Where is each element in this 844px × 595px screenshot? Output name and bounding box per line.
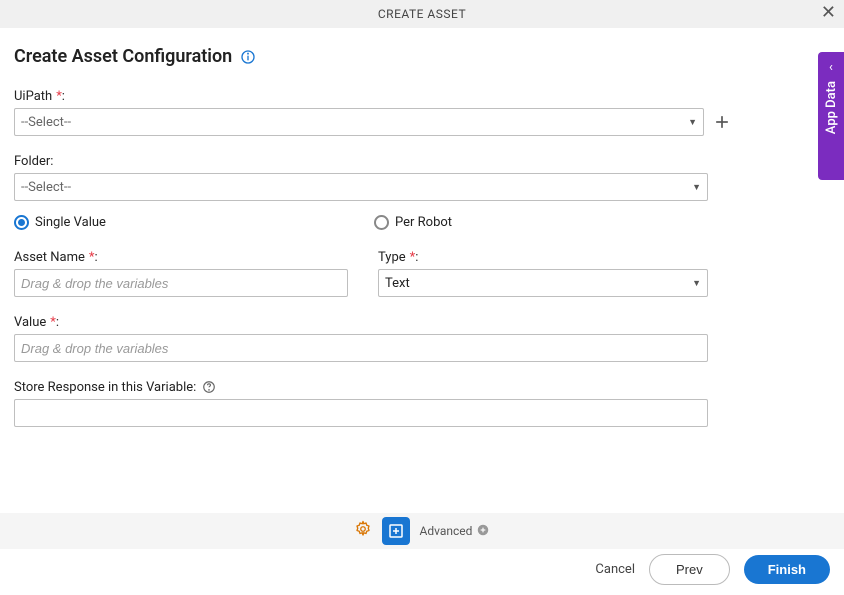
uipath-select-value: --Select--	[21, 115, 71, 130]
store-response-input[interactable]	[14, 399, 708, 427]
folder-select[interactable]: --Select-- ▼	[14, 173, 708, 201]
app-data-tab[interactable]: ‹ App Data	[818, 52, 844, 180]
help-icon[interactable]	[200, 376, 216, 395]
value-label: Value	[14, 315, 46, 330]
type-required: *:	[410, 250, 419, 265]
prev-button[interactable]: Prev	[649, 554, 730, 585]
advanced-toggle[interactable]: Advanced	[420, 523, 491, 540]
uipath-select[interactable]: --Select-- ▼	[14, 108, 704, 136]
page-title: Create Asset Configuration	[14, 46, 232, 67]
radio-single-value[interactable]: Single Value	[14, 215, 374, 230]
type-select[interactable]: Text ▼	[378, 269, 708, 297]
chevron-left-icon: ‹	[829, 60, 833, 75]
close-icon[interactable]: ✕	[821, 4, 836, 22]
gear-icon[interactable]	[354, 520, 372, 542]
cancel-button[interactable]: Cancel	[595, 562, 635, 577]
asset-name-input[interactable]	[14, 269, 348, 297]
finish-button[interactable]: Finish	[744, 555, 830, 584]
add-icon[interactable]	[710, 110, 734, 134]
folder-select-value: --Select--	[21, 180, 71, 195]
plus-circle-icon	[476, 523, 490, 540]
uipath-label: UiPath	[14, 89, 52, 104]
expand-button[interactable]	[382, 517, 410, 545]
value-input[interactable]	[14, 334, 708, 362]
chevron-down-icon: ▼	[688, 117, 697, 128]
folder-label: Folder:	[14, 154, 53, 169]
type-label: Type	[378, 250, 406, 265]
radio-per-robot-label: Per Robot	[395, 215, 452, 230]
store-response-label: Store Response in this Variable:	[14, 380, 196, 395]
advanced-label-text: Advanced	[420, 524, 473, 538]
dialog-title: CREATE ASSET	[378, 7, 466, 21]
radio-single-label: Single Value	[35, 215, 106, 230]
radio-checked-icon	[14, 215, 29, 230]
chevron-down-icon: ▼	[692, 182, 701, 193]
dialog-header: CREATE ASSET ✕	[0, 0, 844, 28]
value-required: *:	[50, 315, 59, 330]
info-icon[interactable]	[240, 49, 256, 65]
asset-name-required: *:	[89, 250, 98, 265]
radio-per-robot[interactable]: Per Robot	[374, 215, 452, 230]
app-data-label: App Data	[824, 81, 839, 134]
uipath-required: *:	[56, 89, 65, 104]
type-select-value: Text	[385, 276, 410, 291]
chevron-down-icon: ▼	[692, 278, 701, 289]
radio-unchecked-icon	[374, 215, 389, 230]
asset-name-label: Asset Name	[14, 250, 85, 265]
footer-toolbar: Advanced	[0, 513, 844, 549]
